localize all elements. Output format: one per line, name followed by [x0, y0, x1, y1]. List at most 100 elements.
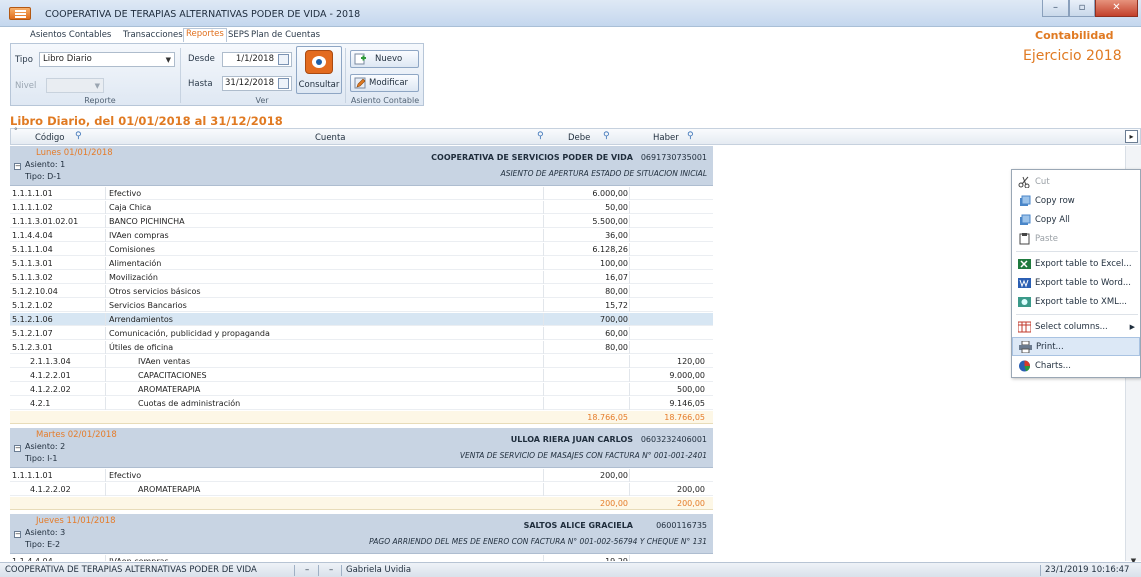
menu-item-charts[interactable]: Charts...: [1012, 357, 1140, 376]
consultar-button[interactable]: Consultar: [296, 46, 342, 94]
group-asiento: Asiento: 2: [25, 442, 66, 451]
nuevo-label: Nuevo: [375, 54, 403, 64]
menu-item-copy-all[interactable]: Copy All: [1012, 211, 1140, 230]
column-divider: [105, 243, 106, 256]
collapse-icon[interactable]: −: [14, 163, 21, 170]
nuevo-button[interactable]: Nuevo: [350, 50, 419, 68]
report-heading: Libro Diario, del 01/01/2018 al 31/12/20…: [10, 114, 283, 128]
table-row[interactable]: 1.1.1.3.01.02.01 BANCO PICHINCHA 5.500,00: [10, 215, 713, 228]
column-header-cuenta[interactable]: Cuenta: [315, 133, 345, 143]
cell-codigo: 4.1.2.2.02: [30, 385, 71, 394]
column-divider: [105, 299, 106, 312]
table-row[interactable]: 4.2.1 Cuotas de administración 9.146,05: [10, 397, 713, 410]
table-row[interactable]: 1.1.1.1.01 Efectivo 6.000,00: [10, 187, 713, 200]
table-row[interactable]: 5.1.2.1.02 Servicios Bancarios 15,72: [10, 299, 713, 312]
journal-grid: Lunes 01/01/2018− Asiento: 1 Tipo: D-1 COOP…: [10, 146, 713, 561]
modificar-button[interactable]: Modificar: [350, 74, 419, 92]
tab-reportes[interactable]: Reportes: [183, 28, 227, 42]
modificar-label: Modificar: [369, 78, 409, 88]
cell-debe: 6.128,26: [592, 245, 628, 254]
table-row[interactable]: 4.1.2.2.01 CAPACITACIONES 9.000,00: [10, 369, 713, 382]
column-divider: [105, 285, 106, 298]
hasta-date-value: 31/12/2018: [225, 78, 274, 88]
collapse-icon[interactable]: −: [14, 445, 21, 452]
table-row[interactable]: 2.1.1.3.04 IVAen ventas 120,00: [10, 355, 713, 368]
table-row[interactable]: 5.1.2.1.07 Comunicación, publicidad y pro…: [10, 327, 713, 340]
table-row[interactable]: 5.1.1.1.04 Comisiones 6.128,26: [10, 243, 713, 256]
group-reporte-label: Reporte: [84, 96, 116, 105]
minimize-button[interactable]: –: [1042, 0, 1069, 17]
table-row[interactable]: 1.1.4.4.04 IVAen compras 36,00: [10, 229, 713, 242]
table-row[interactable]: 5.1.1.3.02 Movilización 16,07: [10, 271, 713, 284]
cell-cuenta: Arrendamientos: [109, 315, 173, 324]
menu-item-select-columns[interactable]: Select columns... ▶: [1012, 318, 1140, 337]
hasta-label: Hasta: [188, 79, 213, 89]
nivel-select[interactable]: ▼: [46, 78, 104, 93]
tab-plan-de-cuentas[interactable]: Plan de Cuentas: [251, 30, 320, 40]
table-row[interactable]: 1.1.1.1.02 Caja Chica 50,00: [10, 201, 713, 214]
group-asiento: Asiento: 1: [25, 160, 66, 169]
table-row[interactable]: 5.1.2.1.06 Arrendamientos 700,00: [10, 313, 713, 326]
calendar-icon[interactable]: [278, 78, 289, 89]
group-header[interactable]: Martes 02/01/2018 − Asiento: 2 Tipo: I-1 ULL…: [10, 428, 713, 468]
status-datetime: 23/1/2019 10:16:47: [1045, 565, 1130, 575]
search-icon[interactable]: ⚲: [75, 131, 82, 141]
cell-cuenta: Comisiones: [109, 245, 155, 254]
menu-item-print[interactable]: Print...: [1012, 337, 1140, 356]
tipo-select[interactable]: Libro Diario ▼: [39, 52, 175, 67]
menu-item-export-xml[interactable]: Export table to XML...: [1012, 293, 1140, 312]
table-row[interactable]: 1.1.4.4.04 IVAen compras 19,29: [10, 555, 713, 561]
column-header-debe[interactable]: Debe: [568, 133, 590, 143]
search-icon[interactable]: ⚲: [687, 131, 694, 141]
column-divider: [629, 187, 630, 200]
table-row[interactable]: 5.1.2.3.01 Útiles de oficina 80,00: [10, 341, 713, 354]
hasta-date-field[interactable]: 31/12/2018: [222, 76, 292, 91]
desde-date-field[interactable]: 1/1/2018: [222, 52, 292, 67]
group-ruc: 0600116735: [656, 521, 707, 530]
menu-item-cut[interactable]: Cut: [1012, 173, 1140, 192]
ribbon-separator: [180, 48, 181, 103]
app-menu-button[interactable]: [9, 7, 31, 20]
group-tipo: Tipo: E-2: [25, 540, 61, 549]
column-header-codigo[interactable]: Código: [35, 133, 65, 143]
menu-item-export-excel[interactable]: Export table to Excel...: [1012, 255, 1140, 274]
app-window: COOPERATIVA DE TERAPIAS ALTERNATIVAS POD…: [0, 0, 1141, 577]
tab-transacciones[interactable]: Transacciones: [123, 30, 183, 40]
column-chooser-button[interactable]: ▸: [1125, 130, 1138, 143]
group-header[interactable]: Jueves 11/01/2018 − Asiento: 3 Tipo: E-2 SAL…: [10, 514, 713, 554]
close-button[interactable]: ✕: [1095, 0, 1138, 17]
cell-debe: 80,00: [605, 343, 628, 352]
table-row[interactable]: 5.1.1.3.01 Alimentación 100,00: [10, 257, 713, 270]
table-row[interactable]: 5.1.2.10.04 Otros servicios básicos 80,00: [10, 285, 713, 298]
clipboard-icon: [1019, 233, 1030, 245]
column-divider: [105, 469, 106, 482]
search-icon[interactable]: ⚲: [603, 131, 610, 141]
column-divider: [629, 327, 630, 340]
maximize-button[interactable]: ▫: [1069, 0, 1095, 17]
column-divider: [543, 285, 544, 298]
search-icon[interactable]: ⚲: [537, 131, 544, 141]
menu-item-export-word[interactable]: Export table to Word...: [1012, 274, 1140, 293]
table-row[interactable]: 1.1.1.1.01 Efectivo 200,00: [10, 469, 713, 482]
group-asiento-label: Asiento Contable: [350, 96, 420, 105]
table-row[interactable]: 4.1.2.2.02 AROMATERAPIA 500,00: [10, 383, 713, 396]
cell-codigo: 5.1.2.1.07: [12, 329, 53, 338]
group-header[interactable]: Lunes 01/01/2018 − Asiento: 1 Tipo: D-1 COOP…: [10, 146, 713, 186]
tab-asientos-contables[interactable]: Asientos Contables: [30, 30, 111, 40]
cell-codigo: 5.1.1.3.02: [12, 273, 53, 282]
chevron-down-icon: ▼: [165, 56, 171, 64]
column-divider: [629, 271, 630, 284]
column-divider: [105, 313, 106, 326]
menu-item-copy-row[interactable]: Copy row: [1012, 192, 1140, 211]
column-divider: [105, 327, 106, 340]
tab-seps[interactable]: SEPS: [228, 30, 249, 40]
group-entity: ULLOA RIERA JUAN CARLOS: [510, 435, 633, 444]
menu-item-paste[interactable]: Paste: [1012, 230, 1140, 249]
grid-header: ° Código ⚲ Cuenta ⚲ Debe ⚲ Haber ⚲: [10, 127, 1141, 145]
table-row[interactable]: 4.1.2.2.02 AROMATERAPIA 200,00: [10, 483, 713, 496]
collapse-icon[interactable]: −: [14, 531, 21, 538]
column-divider: [105, 341, 106, 354]
cell-debe: 15,72: [605, 301, 628, 310]
column-header-haber[interactable]: Haber: [653, 133, 679, 143]
calendar-icon[interactable]: [278, 54, 289, 65]
